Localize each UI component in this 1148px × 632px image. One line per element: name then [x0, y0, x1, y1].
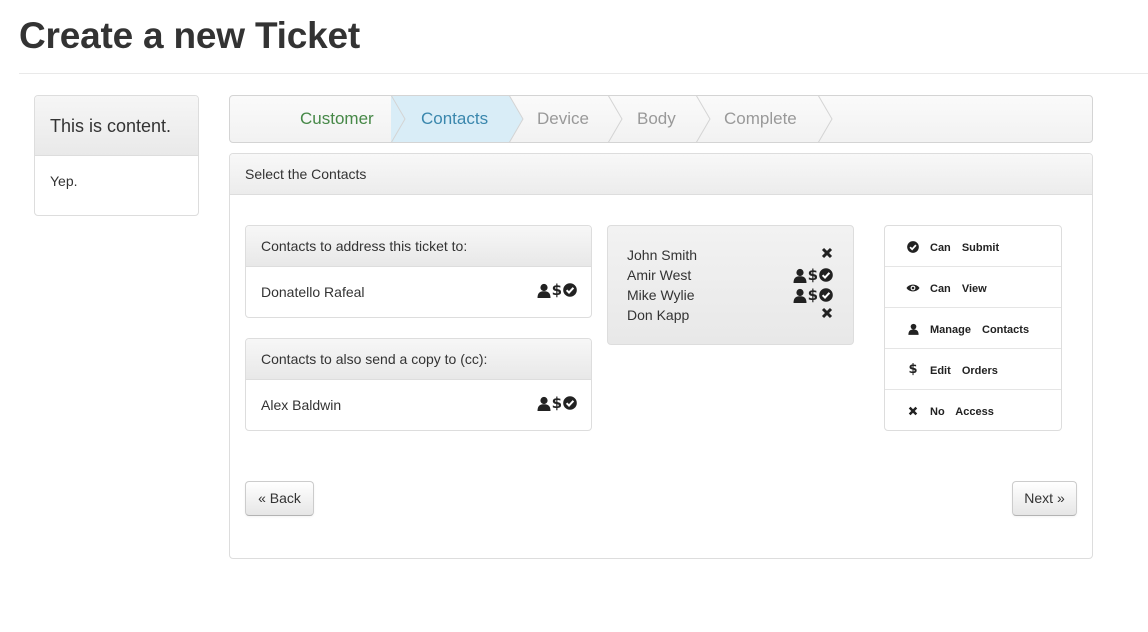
permission-icons: $ [537, 395, 577, 411]
times-icon [821, 247, 833, 259]
legend-label: Manage Contacts [930, 324, 1030, 336]
back-button[interactable]: « Back [245, 481, 314, 516]
legend-label: Can Submit [930, 242, 1000, 254]
legend-can-view[interactable]: Can View [885, 267, 1061, 308]
sidebar-body: Yep. [50, 173, 78, 189]
cc-contact-item[interactable]: Alex Baldwin $ [246, 380, 591, 430]
title-divider [19, 73, 1148, 74]
dollar-icon: $ [551, 394, 562, 412]
permission-icons: $ [793, 267, 833, 283]
times-icon [906, 404, 920, 418]
permission-icons: $ [793, 287, 833, 303]
dollar-icon: $ [551, 281, 562, 299]
available-contact-item[interactable]: Mike Wylie $ [627, 286, 833, 306]
legend-can-submit[interactable]: Can Submit [885, 226, 1061, 267]
step-contacts[interactable]: Contacts [421, 96, 488, 142]
cc-contacts-box[interactable]: Contacts to also send a copy to (cc): Al… [245, 338, 592, 431]
page-title: Create a new Ticket [19, 15, 361, 56]
user-icon [793, 268, 807, 283]
contact-name: Don Kapp [627, 307, 690, 323]
legend-label: Edit Orders [930, 365, 998, 377]
permission-icons [821, 307, 833, 319]
step-customer[interactable]: Customer [300, 96, 374, 142]
check-circle-icon [819, 268, 833, 282]
step-device[interactable]: Device [537, 96, 589, 142]
dollar-icon: $ [807, 266, 818, 284]
check-circle-icon [563, 283, 577, 297]
eye-icon [906, 281, 920, 295]
check-circle-icon [563, 396, 577, 410]
next-button[interactable]: Next » [1012, 481, 1077, 516]
step-complete[interactable]: Complete [724, 96, 797, 142]
contact-name: Alex Baldwin [261, 397, 342, 413]
sidebar-heading: This is content. [35, 96, 198, 156]
available-contacts-list: John Smith Amir West $ Mike Wylie $ Don … [607, 225, 854, 345]
to-contacts-heading: Contacts to address this ticket to: [246, 226, 591, 267]
user-icon [537, 396, 551, 411]
legend-label: Can View [930, 283, 987, 295]
user-icon [906, 322, 920, 336]
legend-no-access[interactable]: No Access [885, 390, 1061, 430]
legend-manage-contacts[interactable]: Manage Contacts [885, 308, 1061, 349]
step-separator-2 [501, 96, 524, 142]
to-contact-item[interactable]: Donatello Rafeal $ [246, 267, 591, 317]
step-separator-4 [696, 96, 711, 142]
permission-icons [821, 247, 833, 259]
available-contact-item[interactable]: Amir West $ [627, 266, 833, 286]
dollar-icon: $ [807, 286, 818, 304]
dollar-icon: $ [908, 362, 918, 377]
contact-name: Mike Wylie [627, 287, 695, 303]
step-separator-5 [818, 96, 833, 142]
panel-heading: Select the Contacts [230, 154, 1092, 195]
contact-name: Donatello Rafeal [261, 284, 365, 300]
available-contact-item[interactable]: Don Kapp [627, 306, 833, 326]
permissions-legend: Can Submit Can View Manage Contacts $ Ed… [884, 225, 1062, 431]
user-icon [793, 288, 807, 303]
wizard-steps: Customer Contacts Device Body Complete [229, 95, 1093, 143]
check-circle-icon [906, 240, 920, 254]
cc-contacts-heading: Contacts to also send a copy to (cc): [246, 339, 591, 380]
sidebar-panel: This is content. Yep. [34, 95, 199, 216]
check-circle-icon [819, 288, 833, 302]
times-icon [821, 307, 833, 319]
contact-name: Amir West [627, 267, 692, 283]
contact-name: John Smith [627, 247, 698, 263]
legend-label: No Access [930, 406, 994, 418]
to-contacts-box[interactable]: Contacts to address this ticket to: Dona… [245, 225, 592, 318]
available-contact-item[interactable]: John Smith [627, 246, 833, 266]
step-separator-3 [608, 96, 623, 142]
step-body[interactable]: Body [637, 96, 676, 142]
step-separator-1 [391, 96, 406, 142]
user-icon [537, 283, 551, 298]
permission-icons: $ [537, 282, 577, 298]
legend-edit-orders[interactable]: $ Edit Orders [885, 349, 1061, 390]
